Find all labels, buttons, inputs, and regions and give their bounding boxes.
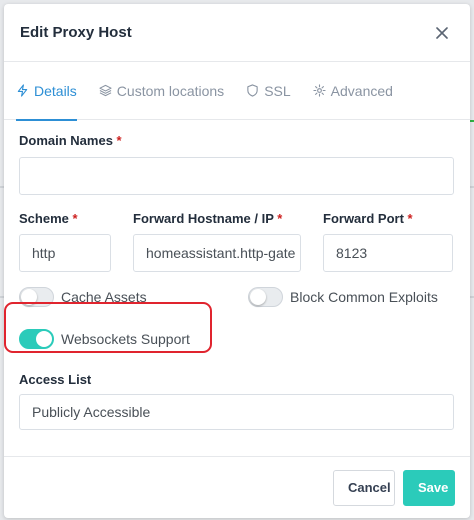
tab-bar: Details Custom locations SSL Advanced [4, 62, 470, 121]
save-button[interactable]: Save [403, 469, 455, 506]
tab-ssl[interactable]: SSL [246, 62, 300, 120]
close-icon [436, 26, 448, 39]
modal-header: Edit Proxy Host [4, 4, 470, 62]
block-exploits-switch[interactable] [248, 287, 283, 307]
websockets-highlight-annotation [4, 302, 212, 353]
label-text: Forward Hostname / IP [133, 211, 274, 226]
tab-label: SSL [264, 82, 291, 99]
block-exploits-label: Block Common Exploits [290, 289, 438, 305]
tab-label: Details [34, 82, 77, 99]
modal-footer: Cancel Save [4, 456, 470, 518]
forward-hostname-input[interactable]: homeassistant.http-gate [133, 234, 301, 272]
layers-icon [99, 84, 112, 97]
cancel-button[interactable]: Cancel [333, 469, 395, 506]
required-mark: * [116, 133, 122, 148]
forward-port-label: Forward Port * [323, 211, 453, 226]
scheme-label: Scheme * [19, 211, 111, 226]
scheme-input[interactable]: http [19, 234, 111, 272]
bolt-icon [17, 84, 28, 97]
access-list-label: Access List [19, 372, 92, 387]
domain-names-input[interactable] [19, 157, 454, 195]
modal-title: Edit Proxy Host [20, 24, 132, 41]
close-button[interactable] [430, 21, 454, 45]
tab-label: Custom locations [116, 82, 225, 99]
domain-names-label: Domain Names * [19, 133, 454, 148]
label-text: Domain Names [19, 133, 113, 148]
label-text: Scheme [19, 211, 69, 226]
access-list-select[interactable]: Publicly Accessible [19, 394, 454, 430]
switch-knob [250, 289, 266, 305]
label-text: Forward Port [323, 211, 404, 226]
tab-custom-locations[interactable]: Custom locations [99, 62, 234, 120]
form-body: Domain Names * Scheme * http Forward Hos… [4, 120, 470, 430]
required-mark: * [277, 211, 283, 226]
tab-details[interactable]: Details [16, 62, 87, 121]
forward-hostname-label: Forward Hostname / IP * [133, 211, 301, 226]
edit-proxy-host-modal: Edit Proxy Host Details Custom locations… [4, 4, 470, 518]
shield-icon [247, 84, 258, 97]
gear-icon [313, 84, 326, 97]
tab-label: Advanced [330, 82, 393, 99]
tab-advanced[interactable]: Advanced [313, 62, 403, 120]
block-exploits-toggle-row: Block Common Exploits [248, 284, 438, 310]
required-mark: * [407, 211, 413, 226]
forward-port-input[interactable]: 8123 [323, 234, 453, 272]
required-mark: * [72, 211, 78, 226]
